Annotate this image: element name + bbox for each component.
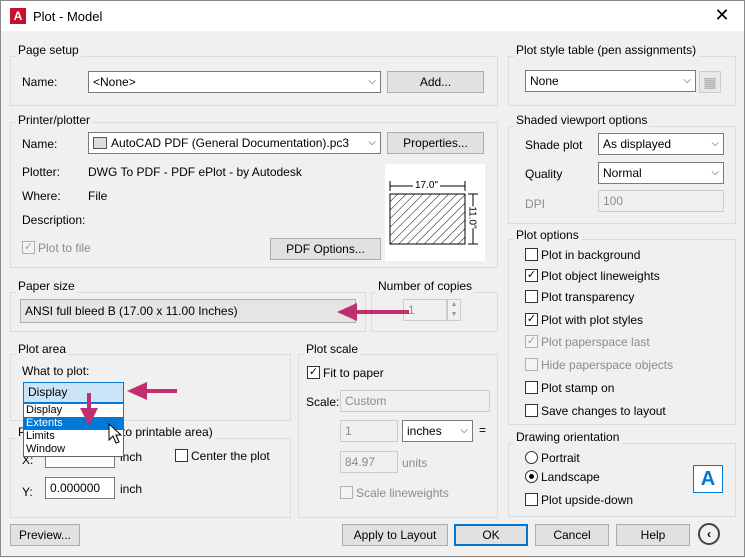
what-to-plot-arrow	[127, 382, 177, 400]
extents-down-arrow	[80, 393, 98, 426]
mouse-cursor-icon	[108, 422, 123, 444]
plot-dialog: A Plot - Model ✕ Page setup Name: <None>…	[0, 0, 745, 557]
annotation-overlay	[80, 303, 409, 444]
paper-size-arrow	[337, 303, 409, 321]
